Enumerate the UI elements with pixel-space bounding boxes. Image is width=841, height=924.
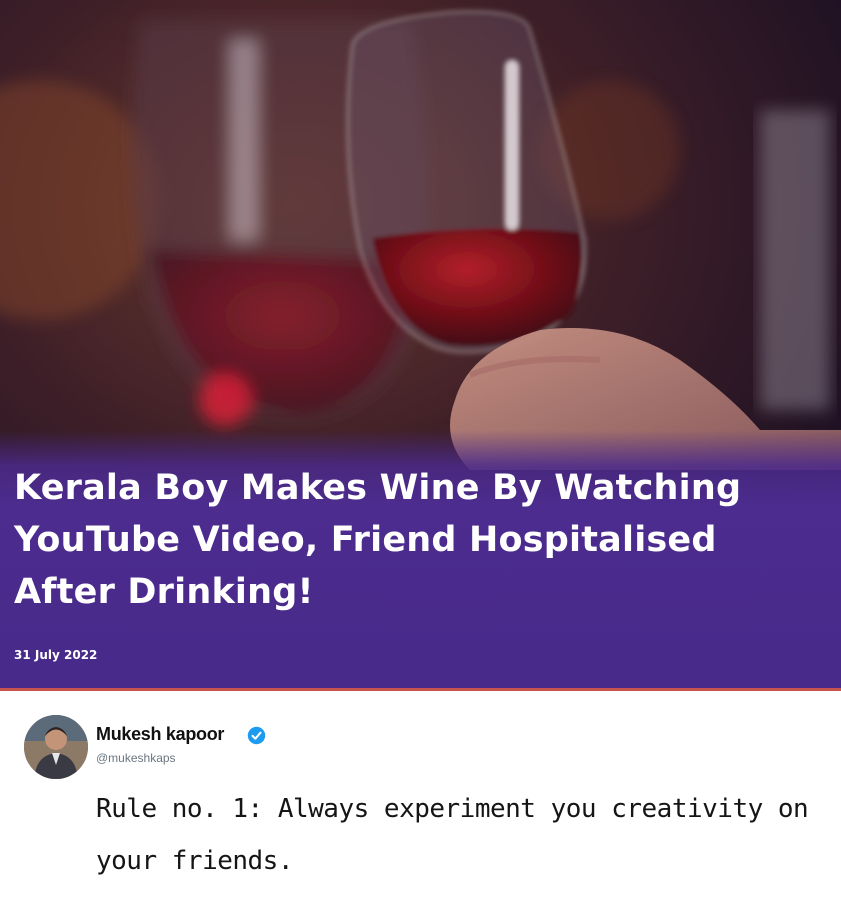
article-headline[interactable]: Kerala Boy Makes Wine By Watching YouTub…: [14, 462, 829, 618]
author-handle[interactable]: @mukeshkaps: [96, 751, 176, 765]
author-name[interactable]: Mukesh kapoor: [96, 724, 224, 745]
meme-page: Kerala Boy Makes Wine By Watching YouTub…: [0, 0, 841, 924]
tweet-text: Rule no. 1: Always experiment you creati…: [96, 794, 809, 876]
article-date: 31 July 2022: [14, 648, 98, 662]
verified-badge-icon: [247, 726, 266, 745]
avatar[interactable]: [24, 715, 88, 779]
avatar-photo: [24, 715, 88, 779]
tweet-card: Mukesh kapoor @mukeshkaps Rule no. 1: Al…: [0, 691, 841, 924]
news-card: Kerala Boy Makes Wine By Watching YouTub…: [0, 0, 841, 688]
